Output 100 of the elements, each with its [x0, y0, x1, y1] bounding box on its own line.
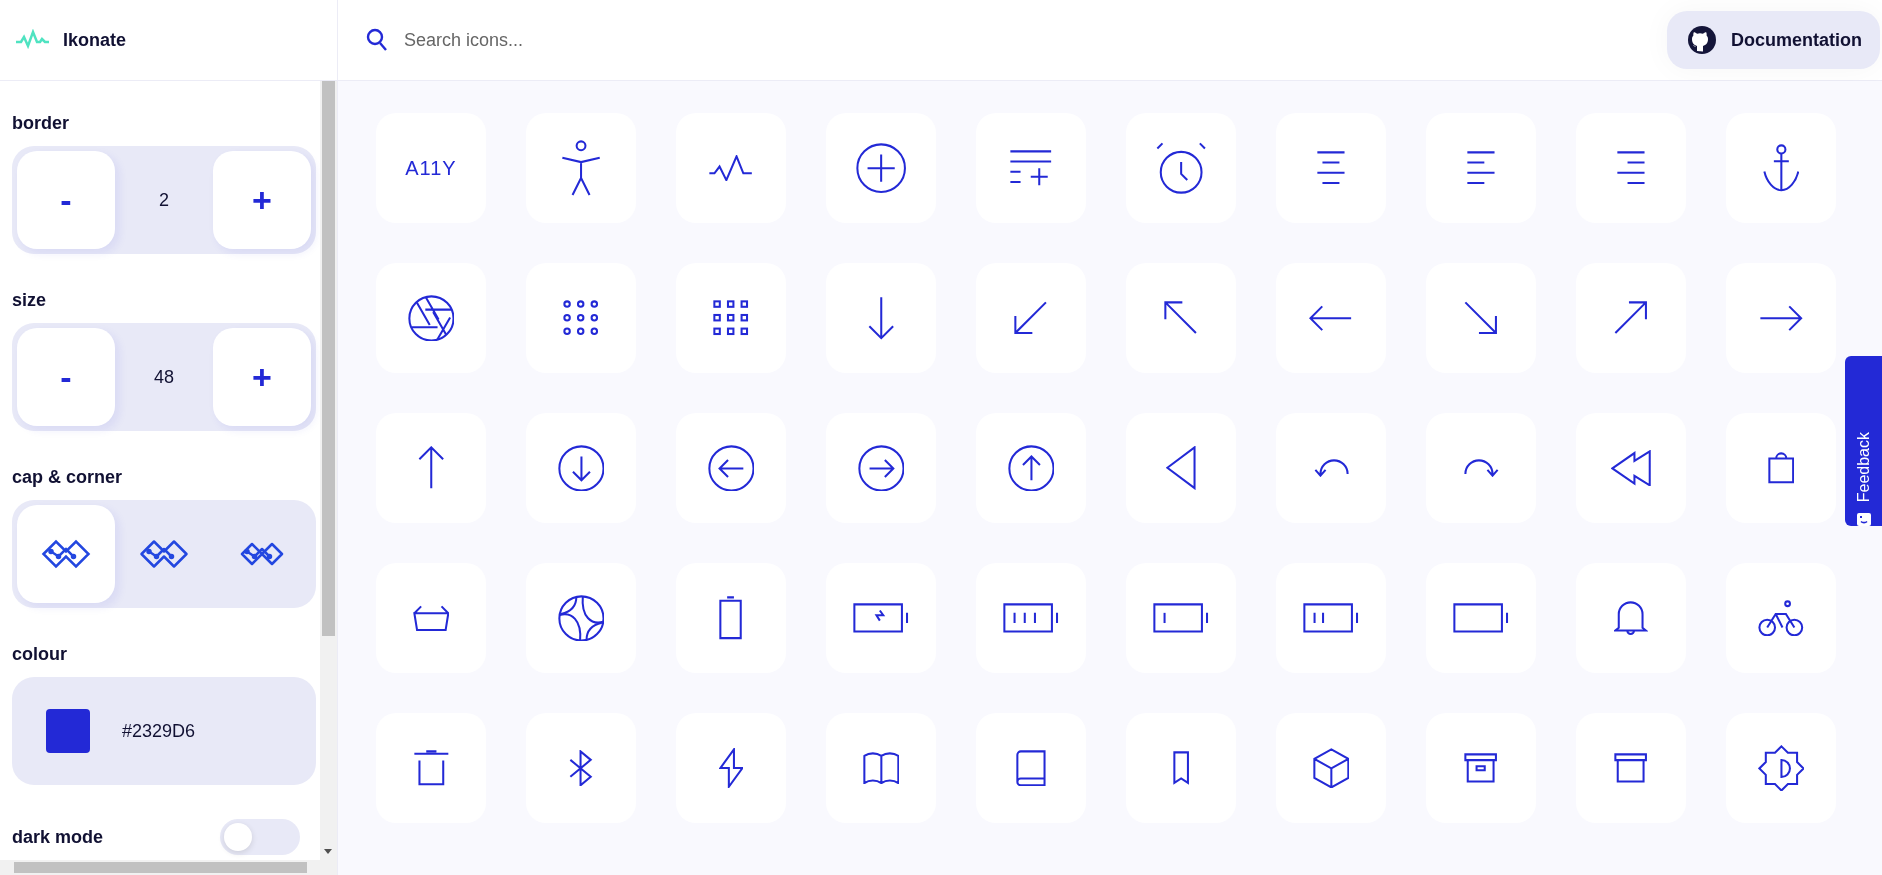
arrow-up-right-icon [1614, 301, 1648, 335]
icon-tile[interactable] [376, 413, 486, 523]
bell-icon [1614, 600, 1648, 636]
icon-tile[interactable] [1276, 413, 1386, 523]
icon-tile[interactable] [826, 113, 936, 223]
icon-tile[interactable] [1726, 713, 1836, 823]
stepper-value: 2 [158, 189, 170, 211]
icon-tile[interactable] [1126, 563, 1236, 673]
trash-bin-icon [412, 750, 450, 786]
cap-corner-option[interactable] [17, 505, 115, 603]
book-icon [1016, 749, 1046, 787]
documentation-button[interactable]: Documentation [1667, 11, 1880, 69]
redo-arrow-icon [1463, 459, 1499, 477]
shopping-bag-icon [1767, 452, 1795, 484]
icon-tile[interactable] [1276, 713, 1386, 823]
archive-box-icon [1614, 753, 1648, 783]
icon-tile[interactable] [1576, 563, 1686, 673]
circle-arrow-right-icon [857, 444, 905, 492]
icon-tile[interactable] [676, 563, 786, 673]
battery-charging-icon [853, 603, 909, 633]
circle-arrow-up-icon [1007, 444, 1055, 492]
open-book-icon [862, 751, 900, 785]
colour-value: #2329D6 [122, 720, 196, 742]
icon-tile[interactable] [1576, 413, 1686, 523]
icon-tile[interactable] [676, 413, 786, 523]
bookmark-icon [1172, 751, 1190, 785]
setting-label: border [12, 112, 70, 135]
icon-tile[interactable] [1276, 263, 1386, 373]
icon-tile[interactable] [1276, 563, 1386, 673]
increase-button[interactable]: + [213, 151, 311, 249]
icon-tile[interactable] [526, 263, 636, 373]
battery-icon [1153, 603, 1209, 633]
cat-logo-icon [1687, 25, 1717, 55]
icon-tile[interactable] [976, 113, 1086, 223]
icon-tile[interactable] [1576, 113, 1686, 223]
colour-swatch [46, 709, 90, 753]
decrease-button[interactable]: - [17, 328, 115, 426]
arrow-down-icon [867, 296, 895, 340]
icon-tile[interactable] [1126, 713, 1236, 823]
rewind-icon [1610, 449, 1652, 487]
icon-tile[interactable] [1426, 713, 1536, 823]
icon-tile[interactable] [976, 713, 1086, 823]
triangle-left-icon [1166, 446, 1196, 490]
setting-label: size [12, 289, 48, 312]
align-left-icon [1466, 151, 1496, 185]
icon-tile[interactable] [376, 563, 486, 673]
feedback-tab[interactable]: Feedback [1845, 356, 1882, 526]
icon-tile[interactable] [1426, 413, 1536, 523]
arrow-left-icon [1309, 304, 1353, 332]
person-icon [560, 139, 602, 197]
icon-tile[interactable] [976, 563, 1086, 673]
icon-tile[interactable] [1426, 563, 1536, 673]
setting-label: dark mode [12, 826, 104, 848]
icon-tile[interactable] [526, 113, 636, 223]
icon-tile[interactable] [1726, 563, 1836, 673]
circle-arrow-left-icon [707, 444, 755, 492]
icon-tile[interactable] [1576, 263, 1686, 373]
icon-tile[interactable] [826, 413, 936, 523]
icon-tile[interactable] [526, 713, 636, 823]
icon-tile[interactable] [826, 563, 936, 673]
icon-tile[interactable] [826, 713, 936, 823]
align-center-icon [1316, 151, 1346, 185]
icon-tile[interactable] [376, 713, 486, 823]
icon-tile[interactable] [376, 263, 486, 373]
decrease-button[interactable]: - [17, 151, 115, 249]
vertical-scrollbar[interactable] [320, 81, 337, 860]
horizontal-scrollbar[interactable] [0, 860, 337, 875]
icon-tile[interactable] [1426, 113, 1536, 223]
icon-tile[interactable] [676, 263, 786, 373]
square-grid-icon [713, 300, 749, 336]
icon-tile[interactable] [826, 263, 936, 373]
icon-tile[interactable] [1126, 263, 1236, 373]
battery-icon [1303, 603, 1359, 633]
icon-tile[interactable] [676, 713, 786, 823]
icon-tile[interactable] [1126, 113, 1236, 223]
battery-icon [1003, 603, 1059, 633]
toggle-switch[interactable] [220, 819, 300, 855]
icon-tile[interactable] [1126, 413, 1236, 523]
icon-tile[interactable] [1426, 263, 1536, 373]
icon-tile[interactable] [1726, 263, 1836, 373]
cube-icon [1312, 747, 1350, 789]
icon-tile[interactable]: A11Y [376, 113, 486, 223]
icon-tile[interactable] [976, 263, 1086, 373]
icon-tile[interactable] [1726, 413, 1836, 523]
icon-tile[interactable] [676, 113, 786, 223]
increase-button[interactable]: + [213, 328, 311, 426]
arrow-up-icon [417, 446, 445, 490]
icon-tile[interactable] [526, 563, 636, 673]
icon-tile[interactable] [1726, 113, 1836, 223]
colour-picker[interactable]: #2329D6 [12, 677, 316, 785]
pulse-icon [708, 154, 754, 182]
icon-tile[interactable] [1276, 113, 1386, 223]
icon-tile[interactable] [526, 413, 636, 523]
list-plus-icon [1009, 149, 1053, 187]
icon-tile[interactable] [1576, 713, 1686, 823]
arrow-down-left-icon [1014, 301, 1048, 335]
undo-arrow-icon [1313, 459, 1349, 477]
search-field[interactable]: Search icons... [402, 28, 806, 52]
icon-tile[interactable] [976, 413, 1086, 523]
plus-circle-icon [855, 142, 907, 194]
